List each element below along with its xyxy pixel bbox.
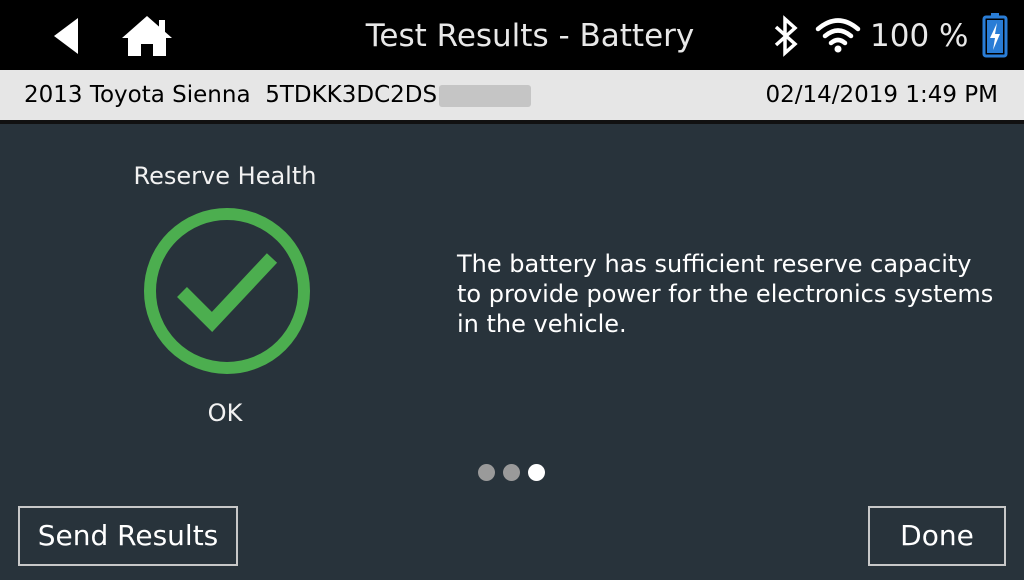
result-message: The battery has sufficient reserve capac…: [457, 250, 994, 338]
vin-number: 5TDKK3DC2DS: [265, 82, 438, 108]
vehicle-name: 2013 Toyota Sienna: [24, 82, 251, 108]
battery-percent: 100 %: [870, 18, 969, 54]
wifi-icon: [815, 18, 861, 53]
battery-charging-icon: [982, 13, 1008, 58]
page-dot-1[interactable]: [478, 464, 495, 481]
check-circle-icon: [144, 208, 310, 374]
header-divider: [0, 120, 1024, 124]
bluetooth-icon: [774, 15, 798, 57]
page-dot-3-active[interactable]: [528, 464, 545, 481]
page-dot-2[interactable]: [503, 464, 520, 481]
page-title: Test Results - Battery: [365, 18, 695, 54]
top-bar: Test Results - Battery 100 %: [0, 0, 1024, 70]
vin-redaction: [439, 84, 532, 107]
done-button[interactable]: Done: [868, 506, 1006, 566]
vehicle-info-bar: 2013 Toyota Sienna 5TDKK3DC2DS 02/14/201…: [0, 70, 1024, 120]
send-results-button[interactable]: Send Results: [18, 506, 238, 566]
home-icon[interactable]: [120, 14, 174, 58]
result-status: OK: [207, 399, 243, 427]
vehicle-description: 2013 Toyota Sienna 5TDKK3DC2DS: [24, 80, 532, 110]
result-heading: Reserve Health: [133, 162, 317, 190]
page-indicator: [476, 462, 556, 482]
back-arrow-icon[interactable]: [48, 16, 88, 56]
date-time: 02/14/2019 1:49 PM: [765, 82, 998, 108]
